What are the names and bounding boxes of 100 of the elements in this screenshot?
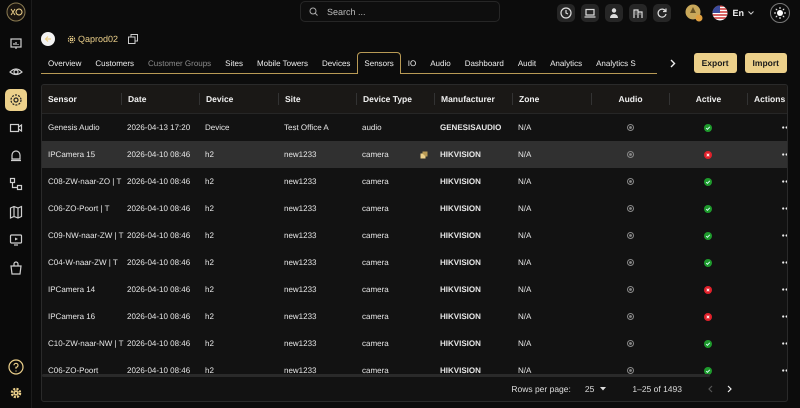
more-actions-button[interactable] (782, 126, 787, 129)
refresh-icon (656, 6, 668, 18)
column-header: Site (278, 93, 356, 105)
table-cell: h2 (205, 366, 214, 375)
shopping-bag-icon (8, 261, 22, 275)
sun-icon (774, 6, 786, 18)
tab[interactable]: Analytics (543, 52, 590, 73)
tab[interactable]: Sensors (357, 52, 401, 74)
table-cell: HIKVISION (440, 150, 481, 159)
sidebar-item[interactable] (4, 89, 26, 111)
caret-down-icon (600, 386, 606, 390)
table-cell: h2 (205, 312, 214, 321)
logo-icon[interactable] (6, 2, 26, 22)
more-icon (782, 288, 787, 291)
tab[interactable]: Dashboard (458, 52, 511, 73)
table-cell: C08-ZW-naar-ZO | T (48, 177, 122, 186)
audio-status-icon (626, 340, 634, 347)
table-cell: new1233 (284, 366, 316, 375)
gear-icon (8, 93, 22, 107)
table-cell: camera (362, 366, 389, 375)
previous-page-button[interactable] (708, 384, 713, 392)
table-cell: 2026-04-10 08:46 (127, 204, 190, 213)
more-actions-button[interactable] (782, 261, 787, 264)
more-actions-button[interactable] (782, 207, 787, 210)
more-actions-button[interactable] (782, 315, 787, 318)
search-icon (309, 7, 318, 16)
chevron-right-icon (727, 384, 732, 392)
user-icon (608, 6, 620, 18)
column-header: Device Type (356, 93, 434, 105)
tab[interactable]: IO (400, 52, 424, 73)
table-cell: HIKVISION (440, 339, 481, 348)
refresh-button[interactable] (653, 4, 672, 22)
more-actions-button[interactable] (782, 153, 787, 156)
table-cell: N/A (518, 366, 532, 375)
clock-icon (560, 6, 572, 18)
audio-status-icon (626, 151, 634, 158)
clock-button[interactable] (557, 4, 576, 22)
tab[interactable]: Audio (423, 52, 458, 73)
search-field[interactable]: Search ... (300, 1, 500, 22)
copy-button[interactable] (420, 150, 428, 158)
tab[interactable]: Overview (41, 52, 88, 73)
more-actions-button[interactable] (782, 342, 787, 345)
table-cell: new1233 (284, 150, 316, 159)
laptop-button[interactable] (581, 4, 600, 22)
table-cell: N/A (518, 312, 532, 321)
table-row[interactable]: IPCamera 15 2026-04-10 08:46 h2 new1233 camera HIKVISION N/A (42, 141, 787, 168)
tab[interactable]: Audit (510, 52, 544, 73)
table-cell: N/A (518, 285, 532, 294)
import-button[interactable]: Import (744, 52, 787, 72)
table-cell: HIKVISION (440, 231, 481, 240)
table-cell: HIKVISION (440, 366, 481, 375)
settings-icon (10, 387, 22, 399)
language-selector[interactable]: En (732, 8, 744, 18)
avatar-icon (685, 4, 704, 22)
table-cell: HIKVISION (440, 204, 481, 213)
presentation-icon (8, 37, 22, 51)
copy-button[interactable] (128, 34, 138, 44)
building-button[interactable] (629, 4, 648, 22)
caret-icon (748, 10, 754, 14)
user-button[interactable] (605, 4, 624, 22)
table-cell: 2026-04-10 08:46 (127, 177, 190, 186)
more-icon (782, 342, 787, 345)
more-icon (782, 207, 787, 210)
more-actions-button[interactable] (782, 234, 787, 237)
back-button[interactable] (41, 32, 55, 46)
more-icon (782, 369, 787, 372)
column-header: Zone (512, 93, 591, 105)
tab[interactable]: Customers (88, 52, 142, 73)
table-cell: HIKVISION (440, 177, 481, 186)
tab[interactable]: Mobile Towers (250, 52, 315, 73)
site-title: Qaprod02 (78, 34, 118, 44)
more-icon (782, 180, 787, 183)
column-header: Device (199, 93, 278, 105)
column-header: Date (121, 93, 199, 105)
more-actions-button[interactable] (782, 180, 787, 183)
bell-icon (8, 149, 22, 163)
table-cell: 2026-04-10 08:46 (127, 258, 190, 267)
table-cell: h2 (205, 258, 214, 267)
table-cell: 2026-04-13 17:20 (127, 123, 190, 132)
table-cell: new1233 (284, 312, 316, 321)
column-header: Actions (747, 93, 787, 105)
more-actions-button[interactable] (782, 369, 787, 372)
theme-toggle[interactable] (770, 2, 790, 22)
play-screen-icon (8, 233, 22, 247)
table-cell: h2 (205, 285, 214, 294)
more-icon (782, 234, 787, 237)
tab[interactable]: Devices (314, 52, 358, 73)
tab[interactable]: Analytics S (589, 52, 643, 73)
export-button[interactable]: Export (694, 52, 737, 72)
next-page-button[interactable] (727, 384, 732, 392)
nodes-icon (8, 177, 22, 191)
tab[interactable]: Sites (218, 52, 250, 73)
rows-per-page-select[interactable]: 25 (584, 384, 606, 394)
more-icon (782, 315, 787, 318)
table-cell: new1233 (284, 231, 316, 240)
column-header: Sensor (47, 93, 78, 105)
map-icon (8, 205, 22, 219)
more-actions-button[interactable] (782, 288, 787, 291)
audio-status-icon (626, 259, 634, 266)
table-cell: 2026-04-10 08:46 (127, 312, 190, 321)
